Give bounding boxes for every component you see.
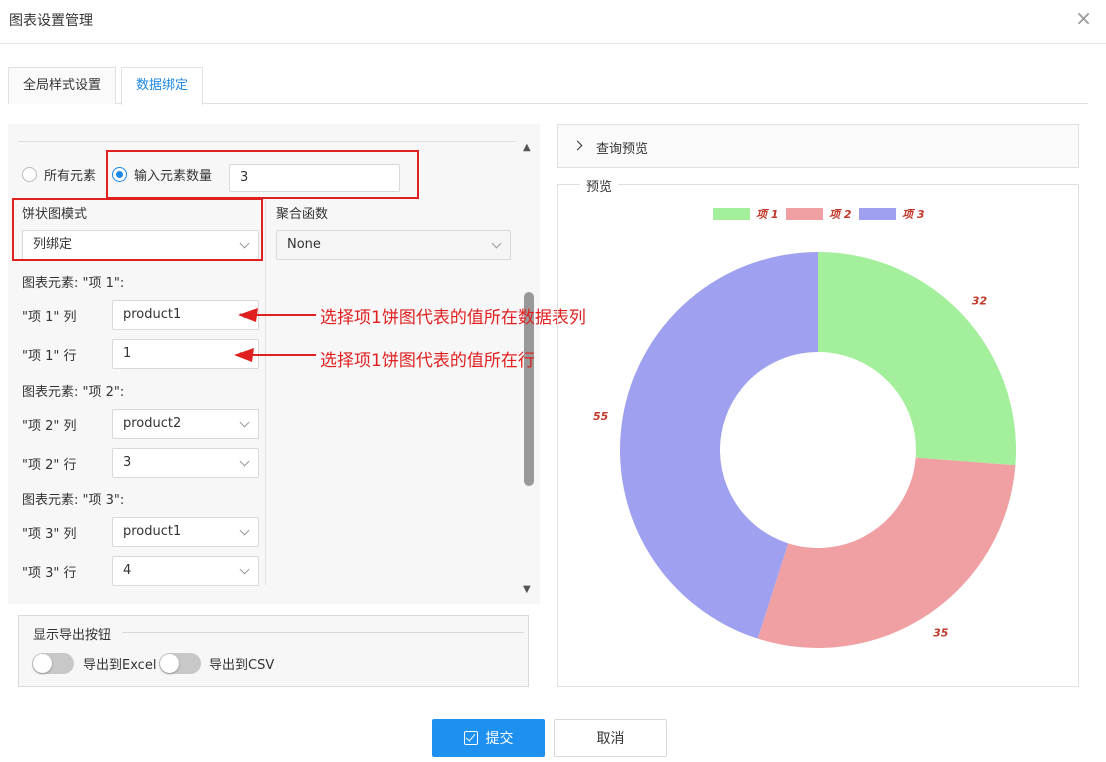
data-label-2: 35 [933,627,949,640]
chevron-right-icon [572,140,583,151]
donut-chart: 项 1 项 2 项 3 32 35 55 [593,208,1016,648]
export-excel-label: 导出到Excel [83,658,157,673]
query-preview-label: 查询预览 [596,142,649,157]
legend-swatch-3[interactable] [859,208,896,220]
annotation-row-note: 选择项1饼图代表的值所在行 [320,351,535,371]
legend-label-1[interactable]: 项 1 [756,208,778,221]
export-excel-toggle[interactable] [32,653,74,674]
export-csv-label: 导出到CSV [209,658,275,673]
data-label-1: 32 [972,295,988,308]
data-label-3: 55 [593,410,609,423]
legend-swatch-1[interactable] [713,208,750,220]
legend-label-3[interactable]: 项 3 [902,208,925,221]
export-csv-toggle[interactable] [159,653,201,674]
preview-section: 预览 项 1项 2项 3 32 35 55 [557,176,1079,687]
submit-button[interactable]: 提交 [432,719,545,757]
export-section: 显示导出按钮 导出到Excel 导出到CSV [18,615,529,687]
cancel-button[interactable]: 取消 [554,719,667,757]
arrow-col-head [238,308,258,322]
cancel-label: 取消 [596,731,625,747]
donut-slice-2[interactable] [757,457,1016,648]
submit-label: 提交 [485,731,514,747]
query-preview-collapse[interactable]: 查询预览 [557,124,1079,168]
legend-label-2[interactable]: 项 2 [829,208,852,221]
export-title: 显示导出按钮 [33,628,112,643]
arrow-row-head [234,348,254,362]
edit-check-icon [463,731,478,745]
donut-slice-1[interactable] [818,252,1016,466]
annotation-col-note: 选择项1饼图代表的值所在数据表列 [320,308,586,328]
export-divider [122,632,524,633]
legend-swatch-2[interactable] [786,208,823,220]
